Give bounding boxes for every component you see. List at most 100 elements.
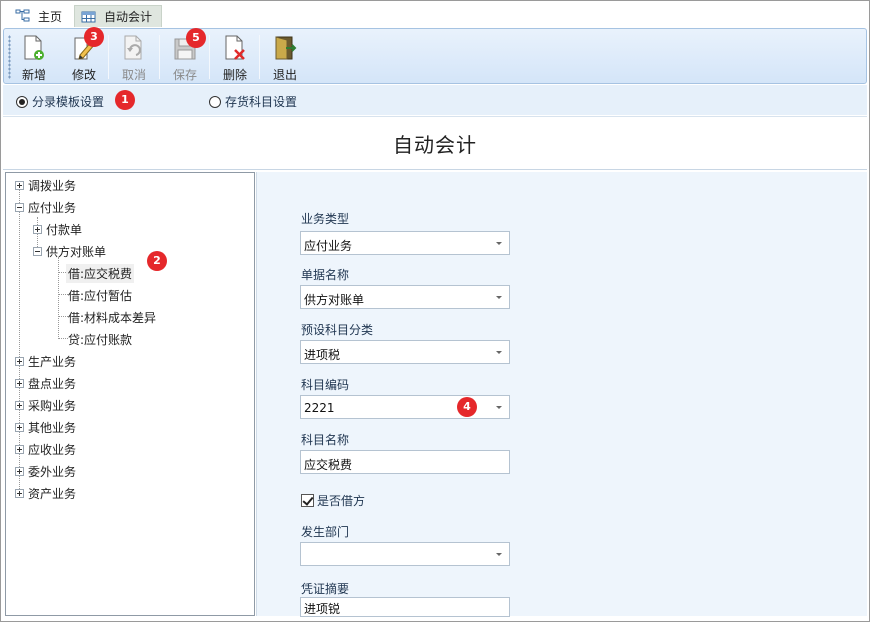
delete-button-label: 删除: [222, 68, 247, 82]
chevron-down-icon[interactable]: [489, 341, 509, 363]
annotation-badge: 5: [186, 28, 206, 48]
toolbar: 新增 修改 取消 保存 删除 退出: [3, 28, 867, 84]
undo-icon: [122, 35, 146, 61]
business-type-label: 业务类型: [301, 212, 350, 226]
exit-button-label: 退出: [272, 68, 297, 82]
tree-node-label: 盘点业务: [28, 376, 77, 391]
tree-node-label: 其他业务: [28, 420, 77, 435]
tree-node-label: 借:应付暂估: [68, 288, 133, 303]
subject-category-select[interactable]: 进项税: [300, 340, 510, 364]
expand-icon[interactable]: [15, 356, 24, 366]
tree-node-label: 贷:应付账款: [68, 332, 133, 347]
tree-node-label: 调拨业务: [28, 178, 77, 193]
subject-code-select[interactable]: 2221: [300, 395, 510, 419]
department-select[interactable]: [300, 542, 510, 566]
tree-node-label: 付款单: [46, 222, 83, 237]
chevron-down-icon[interactable]: [489, 543, 509, 565]
is-debit-checkbox[interactable]: 是否借方: [301, 492, 365, 509]
tree-node[interactable]: 盘点业务: [15, 374, 76, 392]
toolbar-separator: [159, 35, 160, 79]
expand-icon[interactable]: [15, 488, 24, 498]
radio-inventory-subject[interactable]: 存货科目设置: [209, 93, 297, 110]
expand-icon[interactable]: [15, 400, 24, 410]
delete-button[interactable]: 删除: [212, 32, 258, 82]
expand-icon[interactable]: [15, 378, 24, 388]
save-button-label: 保存: [172, 68, 197, 82]
radio-inventory-subject-dot[interactable]: [209, 95, 221, 108]
expand-icon[interactable]: [15, 180, 24, 190]
tab-home[interactable]: 主页: [9, 5, 68, 27]
chevron-down-icon[interactable]: [489, 232, 509, 254]
radio-entry-template-dot[interactable]: [16, 95, 28, 108]
page-title: 自动会计: [393, 133, 477, 157]
tree-node-label: 供方对账单: [46, 244, 107, 259]
subject-name-field[interactable]: 应交税费: [300, 450, 510, 474]
checkbox-checked-icon[interactable]: [301, 494, 314, 507]
new-button-label: 新增: [21, 68, 46, 82]
tree-node[interactable]: 调拨业务: [15, 176, 76, 194]
tree-node[interactable]: 供方对账单: [33, 242, 106, 260]
tree-node-label: 应收业务: [28, 442, 77, 457]
exit-door-icon: [273, 35, 297, 61]
department-label: 发生部门: [301, 525, 350, 539]
expand-icon[interactable]: [15, 422, 24, 432]
chevron-down-icon[interactable]: [489, 286, 509, 308]
chevron-down-icon[interactable]: [489, 396, 509, 418]
business-type-value: 应付业务: [304, 239, 353, 253]
voucher-summary-field[interactable]: 进项锐: [300, 597, 510, 617]
tree-node[interactable]: 资产业务: [15, 484, 76, 502]
tree-node[interactable]: 委外业务: [15, 462, 76, 480]
collapse-icon[interactable]: [33, 246, 42, 256]
sitemap-icon: [15, 9, 31, 23]
toolbar-separator: [108, 35, 109, 79]
radio-inventory-subject-label: 存货科目设置: [225, 95, 298, 109]
tree-node[interactable]: 借:应付暂估: [68, 286, 132, 304]
tree-node-label: 应付业务: [28, 200, 77, 215]
annotation-badge: 2: [147, 251, 167, 271]
tree-node[interactable]: 应收业务: [15, 440, 76, 458]
cancel-button-label: 取消: [121, 68, 146, 82]
expand-icon[interactable]: [33, 224, 42, 234]
doc-name-select[interactable]: 供方对账单: [300, 285, 510, 309]
voucher-summary-label: 凭证摘要: [301, 582, 350, 596]
annotation-badge: 3: [84, 27, 104, 47]
toolbar-separator: [209, 35, 210, 79]
tree-connector: [58, 257, 59, 339]
doc-name-value: 供方对账单: [304, 293, 365, 307]
tree-node[interactable]: 应付业务: [15, 198, 76, 216]
expand-icon[interactable]: [15, 466, 24, 476]
tree-node[interactable]: 贷:应付账款: [68, 330, 132, 348]
subject-code-value: 2221: [304, 401, 335, 415]
tree-node[interactable]: 其他业务: [15, 418, 76, 436]
tree-connector: [58, 294, 68, 295]
tree-node-label: 生产业务: [28, 354, 77, 369]
detail-form: 业务类型 应付业务 单据名称 供方对账单 预设科目分类 进项税 科目编码 222…: [256, 172, 867, 617]
tree-node-label: 采购业务: [28, 398, 77, 413]
tree-node-label: 资产业务: [28, 486, 77, 501]
title-bar: 自动会计: [3, 116, 867, 170]
tree-node-label: 借:应交税费: [66, 263, 135, 283]
subject-category-value: 进项税: [304, 348, 341, 362]
voucher-summary-value: 进项锐: [304, 602, 341, 616]
collapse-icon[interactable]: [15, 202, 24, 212]
delete-document-icon: [223, 35, 247, 61]
tree-node-label: 委外业务: [28, 464, 77, 479]
new-button[interactable]: 新增: [11, 32, 57, 82]
tree-node-label: 借:材料成本差异: [68, 310, 157, 325]
subject-category-label: 预设科目分类: [301, 323, 374, 337]
tree-node[interactable]: 借:材料成本差异: [68, 308, 156, 326]
is-debit-label: 是否借方: [317, 494, 366, 508]
subject-code-label: 科目编码: [301, 378, 350, 392]
tree-node[interactable]: 生产业务: [15, 352, 76, 370]
tree-node[interactable]: 采购业务: [15, 396, 76, 414]
tab-auto-accounting[interactable]: 自动会计: [74, 5, 162, 27]
radio-entry-template[interactable]: 分录模板设置: [16, 93, 104, 110]
tree-node-selected[interactable]: 借:应交税费: [66, 263, 135, 283]
business-type-select[interactable]: 应付业务: [300, 231, 510, 255]
cancel-button[interactable]: 取消: [111, 32, 157, 82]
tree-connector: [58, 316, 68, 317]
new-document-icon: [22, 35, 46, 61]
exit-button[interactable]: 退出: [262, 32, 308, 82]
expand-icon[interactable]: [15, 444, 24, 454]
tree-node[interactable]: 付款单: [33, 220, 82, 238]
